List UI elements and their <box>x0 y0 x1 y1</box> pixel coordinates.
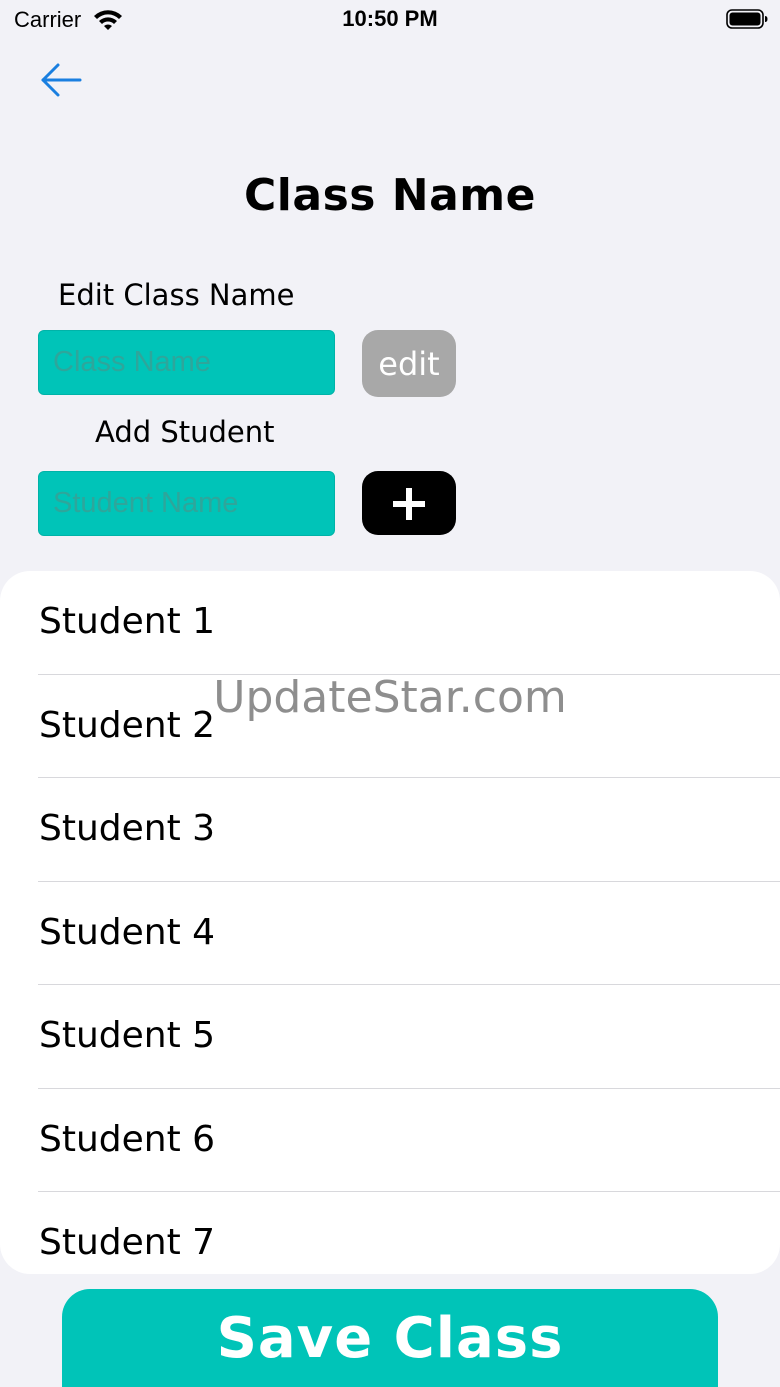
status-bar: Carrier 10:50 PM <box>0 0 780 40</box>
student-list[interactable]: Student 1 Student 2 Student 3 Student 4 … <box>0 571 780 1274</box>
student-name: Student 5 <box>39 1015 216 1056</box>
student-name: Student 4 <box>39 911 216 953</box>
add-student-button[interactable] <box>362 471 456 535</box>
page-title: Class Name <box>244 170 536 221</box>
arrow-left-icon <box>41 63 82 97</box>
battery-icon <box>726 9 768 29</box>
list-item[interactable]: Student 4 <box>0 882 780 985</box>
class-name-input[interactable] <box>38 330 335 395</box>
student-name: Student 6 <box>39 1118 216 1160</box>
student-name: Student 3 <box>39 808 216 849</box>
back-button[interactable] <box>36 58 86 102</box>
student-name: Student 2 <box>39 704 216 746</box>
save-class-button[interactable]: Save Class <box>62 1289 718 1387</box>
list-item[interactable]: Student 2 <box>0 675 780 778</box>
edit-button[interactable]: edit <box>362 330 456 397</box>
student-name: Student 7 <box>39 1222 216 1263</box>
add-student-label: Add Student <box>95 415 275 449</box>
list-item[interactable]: Student 7 <box>0 1192 780 1274</box>
list-item[interactable]: Student 5 <box>0 985 780 1089</box>
list-item[interactable]: Student 3 <box>0 778 780 882</box>
edit-class-name-label: Edit Class Name <box>58 278 295 312</box>
status-time: 10:50 PM <box>342 6 438 31</box>
student-name-input[interactable] <box>38 471 335 536</box>
student-name: Student 1 <box>39 601 216 642</box>
list-item[interactable]: Student 6 <box>0 1089 780 1192</box>
list-item[interactable]: Student 1 <box>0 571 780 675</box>
